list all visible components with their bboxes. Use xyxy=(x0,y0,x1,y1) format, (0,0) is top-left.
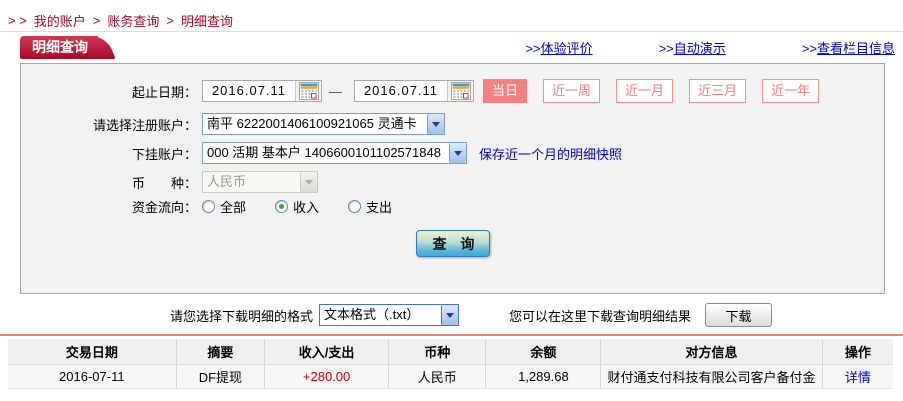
chevron-down-icon[interactable] xyxy=(427,114,444,134)
currency-value: 人民币 xyxy=(207,174,247,189)
flow-radio-income-label: 收入 xyxy=(293,200,320,215)
chevron-down-icon[interactable] xyxy=(441,305,459,325)
registered-account-select[interactable]: 南平 6222001406100921065 灵通卡 xyxy=(202,113,445,135)
date-from-value[interactable]: 2016.07.11 xyxy=(203,81,295,101)
sub-account-select[interactable]: 000 活期 基本户 1406600101102571848 xyxy=(202,142,467,164)
cell-counterparty: 财付通支付科技有限公司客户备付金 xyxy=(600,364,823,389)
header-balance: 余额 xyxy=(485,339,601,365)
breadcrumb-item-account-query[interactable]: 账务查询 xyxy=(107,11,159,30)
registered-account-value: 南平 6222001406100921065 灵通卡 xyxy=(207,116,417,131)
currency-select: 人民币 xyxy=(202,171,318,193)
download-format-label: 请您选择下载明细的格式 xyxy=(170,308,314,324)
header-summary: 摘要 xyxy=(175,339,265,365)
flow-label: 资金流向： xyxy=(131,200,197,215)
query-form-panel: 起止日期： 2016.07.11 — 2016.07.11 当日 近一周 近一月… xyxy=(20,63,885,294)
calendar-icon[interactable] xyxy=(295,81,321,101)
flow-radio-income[interactable] xyxy=(275,200,289,213)
calendar-icon[interactable] xyxy=(447,81,473,101)
chevron-down-icon[interactable] xyxy=(449,143,466,163)
date-range-label: 起止日期： xyxy=(131,84,197,100)
quick-range-year-button[interactable]: 近一年 xyxy=(762,79,820,103)
breadcrumb-item-my-account[interactable]: 我的账户 xyxy=(34,11,86,30)
sub-account-value: 000 活期 基本户 1406600101102571848 xyxy=(207,145,441,160)
registered-account-label: 请选择注册账户： xyxy=(92,117,197,133)
header-action: 操作 xyxy=(821,339,893,365)
flow-radio-group: 全部 收入 支出 xyxy=(197,197,416,216)
breadcrumb: > > 我的账户 > 账务查询 > 明细查询 xyxy=(0,0,903,32)
header-trade-date: 交易日期 xyxy=(8,339,177,365)
breadcrumb-separator: > xyxy=(92,12,101,28)
chevron-down-icon xyxy=(300,172,317,192)
quick-range-3months-button[interactable]: 近三月 xyxy=(689,79,747,103)
link-view-column-info[interactable]: >>查看栏目信息 xyxy=(802,38,895,57)
detail-link[interactable]: 详情 xyxy=(845,370,871,385)
transaction-table: 交易日期 摘要 收入/支出 币种 余额 对方信息 操作 2016-07-11 D… xyxy=(8,339,893,389)
query-button[interactable]: 查 询 xyxy=(415,230,490,257)
flow-radio-all[interactable] xyxy=(202,200,215,213)
link-auto-demo[interactable]: >>自动演示 xyxy=(659,38,726,57)
breadcrumb-prefix: > > xyxy=(8,12,27,28)
flow-radio-expense-label: 支出 xyxy=(366,200,393,215)
table-row: 2016-07-11 DF提现 +280.00 人民币 1,289.68 财付通… xyxy=(8,364,893,389)
cell-trade-date: 2016-07-11 xyxy=(8,364,177,389)
section-header: 明细查询 >>体验评价 >>自动演示 >>查看栏目信息 xyxy=(0,36,903,59)
download-hint: 您可以在这里下载查询明细结果 xyxy=(509,308,692,324)
date-to-value[interactable]: 2016.07.11 xyxy=(355,81,447,101)
quick-range-today-button[interactable]: 当日 xyxy=(483,79,528,103)
date-from-field[interactable]: 2016.07.11 xyxy=(202,80,322,102)
cell-action: 详情 xyxy=(821,364,893,389)
download-format-select[interactable]: 文本格式（.txt） xyxy=(319,304,460,326)
save-monthly-snapshot-link[interactable]: 保存近一个月的明细快照 xyxy=(479,144,622,163)
download-button[interactable]: 下载 xyxy=(705,303,773,327)
date-to-field[interactable]: 2016.07.11 xyxy=(354,80,474,102)
download-row: 请您选择下载明细的格式 文本格式（.txt） 您可以在这里下载查询明细结果 下载 xyxy=(0,303,903,327)
cell-balance: 1,289.68 xyxy=(485,364,601,389)
sub-account-label: 下挂账户： xyxy=(131,146,197,162)
calendar-icon xyxy=(450,82,471,100)
header-amount: 收入/支出 xyxy=(264,339,389,365)
link-experience-rating[interactable]: >>体验评价 xyxy=(525,38,592,57)
breadcrumb-item-detail-query[interactable]: 明细查询 xyxy=(181,11,233,30)
header-currency: 币种 xyxy=(388,339,486,365)
top-links: >>体验评价 >>自动演示 >>查看栏目信息 xyxy=(525,38,895,57)
flow-radio-expense[interactable] xyxy=(348,200,362,213)
date-range-dash: — xyxy=(329,83,342,99)
table-header-row: 交易日期 摘要 收入/支出 币种 余额 对方信息 操作 xyxy=(8,339,893,365)
quick-range-month-button[interactable]: 近一月 xyxy=(616,79,674,103)
cell-summary: DF提现 xyxy=(175,364,265,389)
red-divider xyxy=(0,334,903,336)
breadcrumb-separator: > xyxy=(166,12,175,28)
tab-detail-query: 明细查询 xyxy=(20,36,98,59)
tab-label: 明细查询 xyxy=(32,39,88,55)
currency-label: 币 种： xyxy=(131,175,197,191)
download-format-value: 文本格式（.txt） xyxy=(324,307,420,322)
quick-range-week-button[interactable]: 近一周 xyxy=(543,79,601,103)
flow-radio-all-label: 全部 xyxy=(220,200,247,215)
cell-currency: 人民币 xyxy=(388,364,486,389)
cell-amount: +280.00 xyxy=(264,364,389,389)
calendar-icon xyxy=(298,82,319,100)
header-counterparty: 对方信息 xyxy=(600,339,823,365)
